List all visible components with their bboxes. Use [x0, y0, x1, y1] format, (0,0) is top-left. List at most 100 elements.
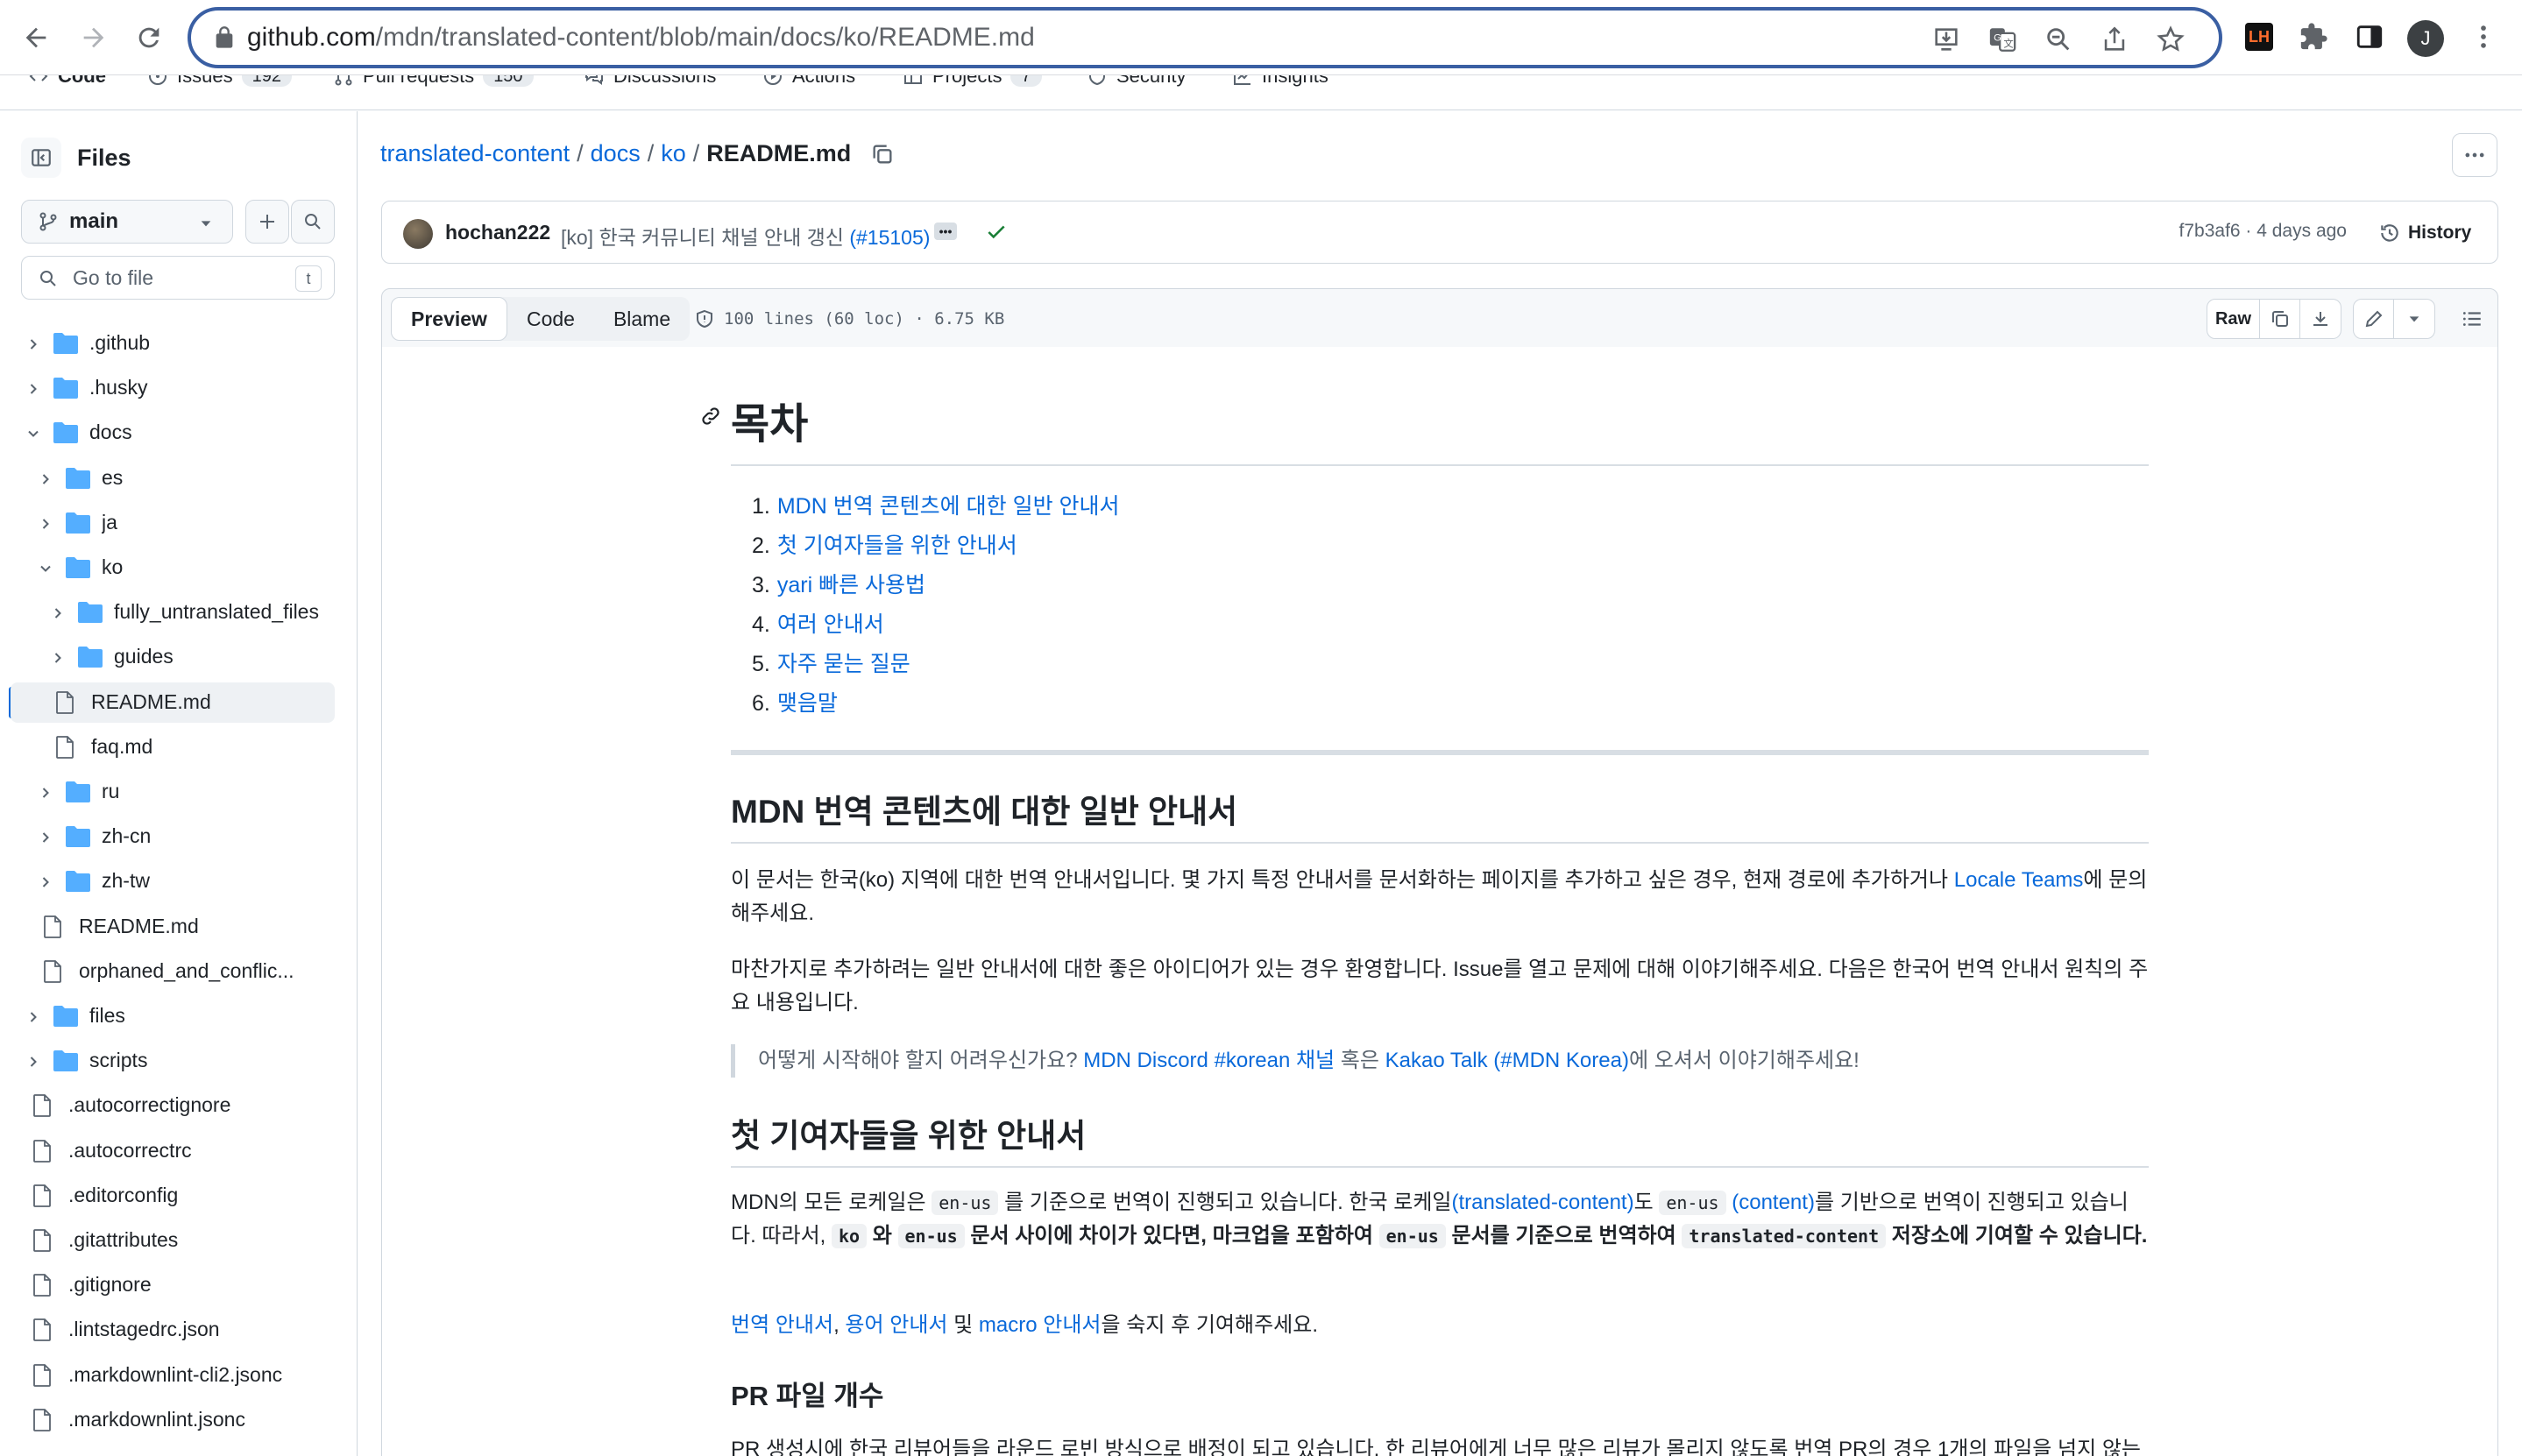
file-icon — [33, 1274, 51, 1297]
lock-icon[interactable] — [212, 25, 237, 50]
toc-item: 2. 첫 기여자들을 위한 안내서 — [752, 534, 1017, 558]
branch-selector[interactable]: main — [21, 200, 233, 244]
forward-button[interactable] — [72, 16, 116, 60]
expand-commit-button[interactable]: ••• — [934, 223, 957, 240]
reload-button[interactable] — [127, 16, 171, 60]
check-icon[interactable] — [985, 221, 1008, 244]
download-icon — [2313, 312, 2327, 326]
tree-file[interactable]: .markdownlint.jsonc — [11, 1400, 335, 1440]
glossary-guide-link[interactable]: 용어 안내서 — [845, 1313, 947, 1337]
tab-blame[interactable]: Blame — [594, 297, 690, 341]
share-icon[interactable] — [2100, 25, 2129, 54]
tree-folder[interactable]: docs — [11, 413, 335, 453]
tree-item-label: ko — [102, 555, 124, 578]
tree-file[interactable]: .lintstagedrc.json — [11, 1310, 335, 1350]
tree-folder[interactable]: files — [11, 996, 335, 1036]
tree-folder[interactable]: .github — [11, 323, 335, 364]
profile-avatar[interactable]: J — [2407, 20, 2444, 57]
edit-button[interactable] — [2354, 300, 2394, 338]
lighthouse-extension-icon[interactable]: LH — [2245, 23, 2273, 51]
breadcrumb-current-file: README.md — [706, 140, 852, 166]
breadcrumb-repo[interactable]: translated-content — [380, 140, 570, 167]
tree-file[interactable]: .autocorrectignore — [11, 1085, 335, 1126]
tree-folder[interactable]: zh-cn — [11, 816, 335, 857]
tree-folder[interactable]: .husky — [11, 368, 335, 408]
zoom-icon[interactable] — [2044, 25, 2073, 54]
tree-file[interactable]: orphaned_and_conflic... — [11, 951, 335, 992]
breadcrumb-ko[interactable]: ko — [661, 140, 686, 167]
commit-meta[interactable]: f7b3af6 · 4 days ago — [1313, 221, 2347, 242]
kakao-link[interactable]: Kakao Talk (#MDN Korea) — [1385, 1049, 1629, 1072]
extensions-button[interactable] — [2296, 19, 2331, 54]
raw-button[interactable]: Raw — [2207, 300, 2260, 338]
star-icon[interactable] — [2156, 25, 2185, 54]
discord-link[interactable]: MDN Discord #korean 채널 — [1083, 1049, 1335, 1072]
edit-dropdown-button[interactable] — [2394, 300, 2434, 338]
file-tree-sidebar: Files main Go to file t .github .husky doc… — [0, 111, 358, 1456]
collapse-sidebar-button[interactable] — [21, 138, 61, 178]
tab-preview[interactable]: Preview — [391, 297, 507, 341]
commit-message[interactable]: [ko] 한국 커뮤니티 채널 안내 갱신 (#15105) — [561, 221, 930, 251]
tree-file[interactable]: faq.md — [11, 727, 335, 767]
content-link[interactable]: (content) — [1726, 1191, 1815, 1214]
tree-folder[interactable]: ru — [11, 772, 335, 812]
url-text[interactable]: github.com/mdn/translated-content/blob/m… — [247, 23, 1035, 53]
go-to-file-input[interactable]: Go to file t — [21, 256, 335, 300]
tree-item-label: guides — [114, 645, 174, 668]
locale-teams-link[interactable]: Locale Teams — [1954, 868, 2084, 892]
translation-guide-link[interactable]: 번역 안내서 — [731, 1313, 833, 1337]
search-files-button[interactable] — [291, 200, 335, 244]
breadcrumb-docs[interactable]: docs — [591, 140, 641, 167]
translate-icon[interactable]: G文 — [1987, 25, 2017, 54]
tree-file[interactable]: README.md — [11, 907, 335, 947]
folder-icon — [66, 468, 90, 489]
tree-item-label: fully_untranslated_files — [114, 600, 319, 623]
macro-guide-link[interactable]: macro 안내서 — [979, 1313, 1102, 1337]
tab-pull-requests[interactable]: Pull requests 150 — [333, 75, 534, 88]
tree-item-label: README.md — [79, 915, 199, 937]
tab-security[interactable]: Security — [1087, 75, 1186, 88]
translated-content-link[interactable]: (translated-content) — [1451, 1191, 1633, 1214]
tree-folder[interactable]: guides — [11, 637, 335, 677]
more-options-button[interactable] — [2452, 133, 2497, 177]
file-icon — [33, 1140, 51, 1163]
tab-issues[interactable]: Issues 192 — [147, 75, 292, 88]
link-icon[interactable] — [699, 405, 722, 428]
tab-code[interactable]: Code — [507, 297, 594, 341]
address-bar[interactable]: github.com/mdn/translated-content/blob/m… — [188, 7, 2222, 68]
tree-folder[interactable]: ko — [11, 548, 335, 588]
tree-folder[interactable]: es — [11, 458, 335, 498]
avatar[interactable] — [403, 219, 433, 249]
side-panel-button[interactable] — [2352, 19, 2387, 54]
outline-button[interactable] — [2452, 299, 2492, 339]
tree-file[interactable]: .gitattributes — [11, 1220, 335, 1261]
tree-file[interactable]: .autocorrectrc — [11, 1131, 335, 1171]
tab-actions[interactable]: Actions — [762, 75, 855, 88]
tree-file[interactable]: .editorconfig — [11, 1176, 335, 1216]
tree-file[interactable]: .markdownlint-cli2.jsonc — [11, 1355, 335, 1396]
tab-discussions[interactable]: Discussions — [584, 75, 716, 88]
tree-folder[interactable]: scripts — [11, 1041, 335, 1081]
browser-menu-button[interactable] — [2466, 19, 2501, 54]
file-icon — [33, 1229, 51, 1252]
history-button[interactable]: History — [2378, 216, 2471, 251]
tree-folder[interactable]: zh-tw — [11, 861, 335, 901]
tree-folder[interactable]: ja — [11, 503, 335, 543]
copy-raw-button[interactable] — [2260, 300, 2300, 338]
back-button[interactable] — [14, 16, 58, 60]
tree-file[interactable]: .gitignore — [11, 1265, 335, 1305]
tab-code[interactable]: Code — [28, 75, 106, 88]
tree-folder[interactable]: fully_untranslated_files — [11, 592, 335, 633]
copy-icon[interactable] — [870, 142, 895, 166]
tree-file[interactable]: README.md — [11, 682, 335, 723]
shield-check-icon[interactable] — [694, 308, 715, 329]
tab-insights[interactable]: Insights — [1232, 75, 1328, 88]
download-button[interactable] — [2300, 300, 2341, 338]
commit-pr-link[interactable]: (#15105) — [849, 226, 930, 249]
tab-projects[interactable]: Projects 7 — [903, 75, 1042, 88]
chevron-down-icon — [201, 221, 211, 227]
add-file-button[interactable] — [245, 200, 289, 244]
commit-author[interactable]: hochan222 — [445, 221, 550, 244]
toc-item: 1. MDN 번역 콘텐츠에 대한 일반 안내서 — [752, 494, 1120, 519]
install-icon[interactable] — [1931, 25, 1961, 54]
